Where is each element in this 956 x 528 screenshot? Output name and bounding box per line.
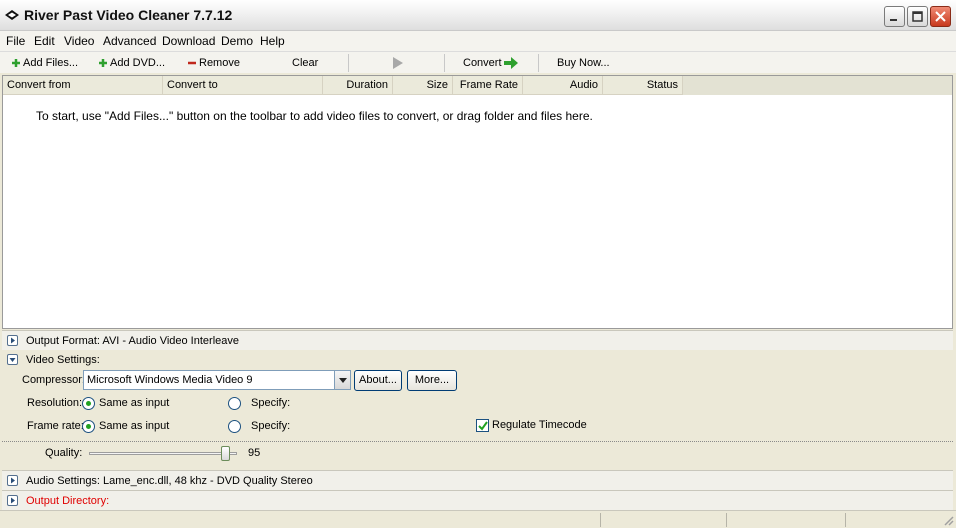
column-status[interactable]: Status — [603, 76, 683, 95]
audio-settings-section[interactable]: Audio Settings: Lame_enc.dll, 48 khz - D… — [2, 470, 953, 490]
checkmark-icon — [478, 421, 488, 431]
expand-icon[interactable] — [7, 335, 18, 346]
buy-now-button[interactable]: Buy Now... — [557, 52, 610, 74]
resolution-specify-label: Specify: — [251, 397, 291, 409]
window-title: River Past Video Cleaner 7.7.12 — [24, 7, 233, 23]
regulate-timecode-checkbox[interactable] — [476, 419, 489, 432]
regulate-timecode-label: Regulate Timecode — [492, 419, 587, 431]
toolbar: Add Files... Add DVD... Remove Clear Con… — [0, 51, 956, 73]
add-files-label: Add Files... — [23, 57, 79, 69]
maximize-icon — [912, 11, 923, 22]
minimize-button[interactable] — [884, 6, 905, 27]
clear-label: Clear — [292, 57, 319, 69]
framerate-label: Frame rate: — [27, 420, 84, 432]
toolbar-separator — [444, 54, 445, 72]
remove-button[interactable]: Remove — [187, 52, 240, 74]
close-button[interactable] — [930, 6, 951, 27]
section-divider — [2, 441, 953, 442]
resolution-label: Resolution: — [27, 397, 83, 409]
status-bar — [0, 510, 956, 528]
status-pane — [600, 513, 601, 527]
framerate-same-radio[interactable] — [82, 420, 95, 433]
list-header: Convert from Convert to Duration Size Fr… — [3, 76, 952, 95]
framerate-specify-radio[interactable] — [228, 420, 241, 433]
menu-edit[interactable]: Edit — [34, 31, 55, 51]
buy-now-label: Buy Now... — [557, 57, 610, 69]
minimize-icon — [890, 19, 897, 21]
menu-help[interactable]: Help — [260, 31, 285, 51]
column-size[interactable]: Size — [393, 76, 453, 95]
quality-slider-track[interactable] — [89, 452, 237, 455]
menu-video[interactable]: Video — [64, 31, 94, 51]
play-button[interactable] — [392, 52, 405, 74]
play-icon — [393, 57, 403, 70]
expand-icon[interactable] — [7, 495, 18, 506]
column-duration[interactable]: Duration — [323, 76, 393, 95]
column-frame-rate[interactable]: Frame Rate — [453, 76, 523, 95]
menu-download[interactable]: Download — [162, 31, 215, 51]
chevron-down-icon — [339, 378, 347, 383]
video-settings-label: Video Settings: — [26, 354, 100, 366]
column-convert-from[interactable]: Convert from — [3, 76, 163, 95]
empty-list-hint: To start, use "Add Files..." button on t… — [36, 109, 593, 123]
resolution-same-radio[interactable] — [82, 397, 95, 410]
add-files-button[interactable]: Add Files... — [11, 52, 78, 74]
framerate-specify-label: Specify: — [251, 420, 291, 432]
plus-icon — [12, 59, 20, 68]
arrow-right-icon — [503, 57, 518, 70]
status-pane — [845, 513, 846, 527]
framerate-same-label: Same as input — [99, 420, 170, 432]
toolbar-separator — [348, 54, 349, 72]
quality-value: 95 — [248, 447, 261, 459]
toolbar-separator — [538, 54, 539, 72]
app-logo-icon — [4, 8, 20, 22]
more-button[interactable]: More... — [407, 370, 457, 391]
menu-bar: File Edit Video Advanced Download Demo H… — [0, 31, 956, 51]
menu-demo[interactable]: Demo — [221, 31, 253, 51]
close-icon — [935, 11, 946, 22]
maximize-button[interactable] — [907, 6, 928, 27]
plus-icon — [99, 59, 107, 68]
menu-file[interactable]: File — [6, 31, 25, 51]
add-dvd-label: Add DVD... — [110, 57, 166, 69]
add-dvd-button[interactable]: Add DVD... — [98, 52, 165, 74]
header-filler — [683, 76, 952, 95]
resize-grip-icon[interactable] — [942, 514, 954, 526]
compressor-label: Compressor: — [22, 374, 85, 386]
title-bar: River Past Video Cleaner 7.7.12 — [0, 0, 956, 31]
quality-slider-thumb[interactable] — [221, 446, 231, 461]
compressor-select[interactable]: Microsoft Windows Media Video 9 — [83, 370, 351, 390]
audio-settings-label: Audio Settings: Lame_enc.dll, 48 khz - D… — [26, 475, 313, 487]
quality-label: Quality: — [45, 447, 83, 459]
output-directory-label: Output Directory: — [26, 495, 110, 507]
convert-label: Convert — [463, 57, 502, 69]
expand-icon[interactable] — [7, 475, 18, 486]
remove-label: Remove — [199, 57, 240, 69]
output-directory-section[interactable]: Output Directory: — [2, 490, 953, 510]
resolution-specify-radio[interactable] — [228, 397, 241, 410]
convert-button[interactable]: Convert — [463, 52, 520, 74]
resolution-same-label: Same as input — [99, 397, 170, 409]
output-format-label: Output Format: AVI - Audio Video Interle… — [26, 335, 239, 347]
compressor-dropdown-button[interactable] — [334, 370, 351, 390]
collapse-icon[interactable] — [7, 354, 18, 365]
column-convert-to[interactable]: Convert to — [163, 76, 323, 95]
clear-button[interactable]: Clear — [292, 52, 318, 74]
compressor-value: Microsoft Windows Media Video 9 — [87, 374, 253, 386]
menu-advanced[interactable]: Advanced — [103, 31, 156, 51]
file-list[interactable]: Convert from Convert to Duration Size Fr… — [2, 75, 953, 329]
about-button[interactable]: About... — [354, 370, 402, 391]
output-format-section[interactable]: Output Format: AVI - Audio Video Interle… — [2, 330, 953, 350]
status-pane — [726, 513, 727, 527]
minus-icon — [188, 61, 196, 65]
column-audio[interactable]: Audio — [523, 76, 603, 95]
